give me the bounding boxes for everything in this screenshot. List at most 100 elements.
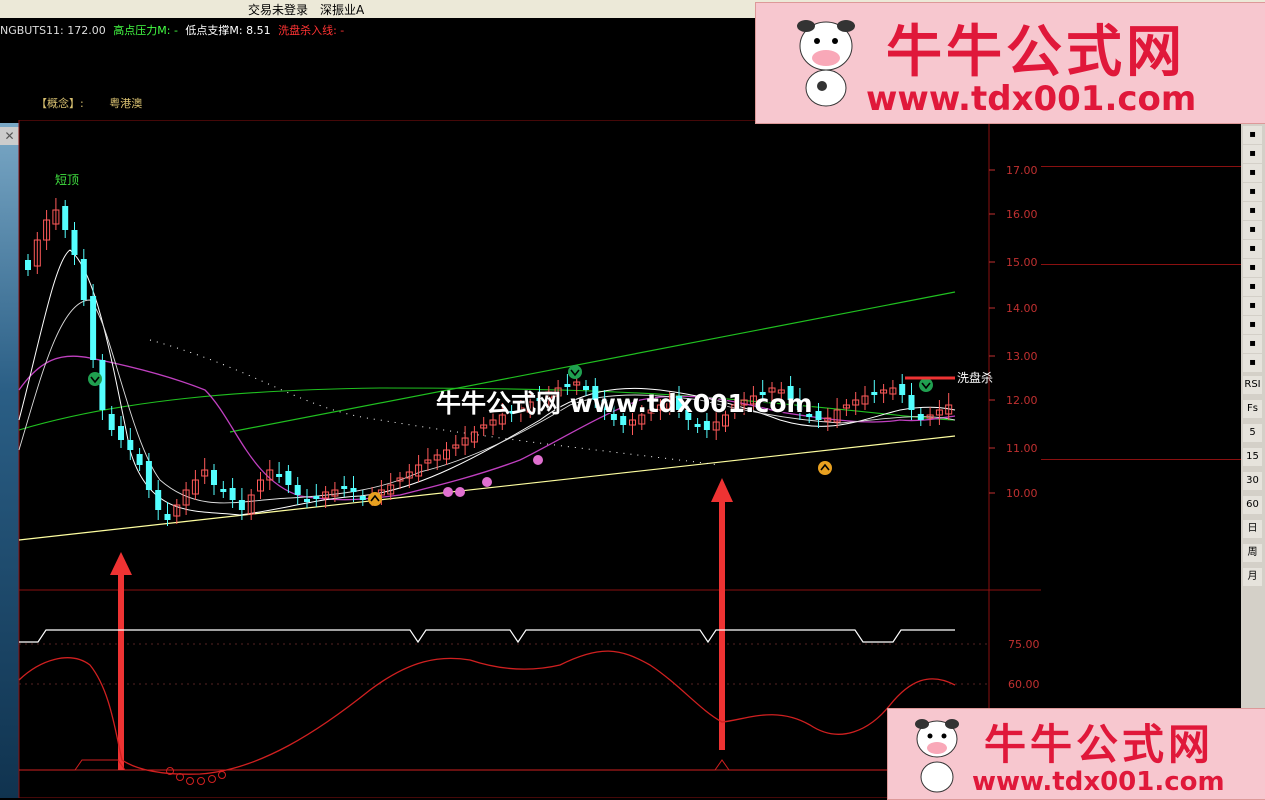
bid-row	[1041, 206, 1241, 225]
wave-icon[interactable]: ▪	[1243, 354, 1262, 372]
candle-body	[703, 421, 710, 430]
flow-row	[1041, 420, 1241, 439]
bid-row	[1041, 244, 1241, 263]
legend-prefix: NGBUTS11: 172.00	[0, 24, 106, 37]
toolbar-button[interactable]: 30	[1243, 472, 1262, 490]
price-axis: 17.00 16.00 15.00 14.00 13.00 12.00 11.00 10.00…	[989, 164, 1040, 691]
candle-body	[229, 488, 236, 500]
candle-body	[25, 260, 31, 270]
brand-title: 牛牛公式网	[886, 19, 1186, 85]
toolbar-button[interactable]: 日	[1243, 520, 1262, 538]
candle-body	[211, 470, 217, 485]
arrow-shaft	[118, 572, 124, 770]
concept-label: 【概念】:	[36, 97, 84, 110]
bid-row	[1041, 187, 1241, 206]
toolbar-button[interactable]: 5	[1243, 424, 1262, 442]
osc-tick-label: 60.00	[1008, 678, 1040, 691]
candle-body	[155, 490, 162, 510]
grid-icon[interactable]: ▪	[1243, 183, 1262, 201]
candle-icon[interactable]: ▪	[1243, 164, 1262, 182]
f10-icon[interactable]: ▪	[1243, 221, 1262, 239]
candle-body	[238, 500, 245, 510]
indicator-legend: NGBUTS11: 172.00 高点压力M: - 低点支撑M: 8.51 洗盘…	[0, 22, 344, 38]
candle-body	[71, 230, 78, 255]
tick-row	[1041, 497, 1241, 515]
toolbar-button[interactable]: 月	[1243, 568, 1262, 586]
price-tick-label: 17.00	[1006, 164, 1038, 177]
tick-row	[1041, 569, 1241, 587]
ask-row	[1041, 145, 1241, 164]
price-tick-label: 14.00	[1006, 302, 1038, 315]
support-trendline	[18, 435, 956, 541]
candle-body	[136, 454, 143, 465]
toolbar-button[interactable]: RSI	[1243, 376, 1262, 394]
stat-row	[1041, 342, 1241, 361]
tick-row	[1041, 461, 1241, 479]
flow-icon[interactable]: ▪	[1243, 278, 1262, 296]
candle-body	[285, 471, 292, 485]
down-signal-icon	[88, 372, 102, 386]
legend-low: 低点支撑M: 8.51	[185, 24, 271, 37]
kline-chart[interactable]: 17.00 16.00 15.00 14.00 13.00 12.00 11.00 10.00…	[0, 120, 1041, 798]
osc-red-step	[19, 759, 955, 771]
fiz-icon[interactable]: ▪	[1243, 297, 1262, 315]
stat-row	[1041, 304, 1241, 323]
brand-title-small: 牛牛公式网	[984, 720, 1215, 769]
up-signal-icon	[368, 492, 382, 506]
candle-body	[304, 499, 310, 502]
candle-body	[815, 411, 822, 420]
candle-body	[294, 485, 301, 495]
candlesticks	[25, 198, 953, 526]
buy-flower-icon	[443, 487, 453, 497]
candle-body	[145, 461, 152, 490]
concept-value[interactable]: 粤港澳	[109, 97, 142, 110]
toolbar-button[interactable]: 周	[1243, 544, 1262, 562]
candle-body	[908, 395, 915, 410]
stock-name: 深振业A	[320, 3, 365, 17]
price-tick-label: 12.00	[1006, 394, 1038, 407]
price-tick-label: 15.00	[1006, 256, 1038, 269]
candle-body	[164, 514, 171, 520]
login-status[interactable]: 交易未登录	[248, 1, 308, 18]
toolbar-button[interactable]: 15	[1243, 448, 1262, 466]
toolbar-button[interactable]: 60	[1243, 496, 1262, 514]
candle-body	[62, 206, 69, 230]
candle-body	[127, 440, 134, 450]
tick-row	[1041, 641, 1241, 659]
osc-white-line	[19, 629, 955, 644]
brand-url-small[interactable]: www.tdx001.com	[972, 767, 1225, 797]
osc-red-curve	[18, 650, 956, 775]
stat-row	[1041, 323, 1241, 342]
right-toolbar: ▪ ▪ ▪ ▪ ▪ ▪ ▪ ▪ ▪ ▪ ▪ ▪ ▪ RSI Fs 5 15 30 60 日周月	[1241, 120, 1265, 798]
osc-tick-label: 75.00	[1008, 638, 1040, 651]
candle-body	[899, 384, 906, 395]
toolbar-button[interactable]: Fs	[1243, 400, 1262, 418]
candle-body	[276, 474, 283, 477]
calendar-icon[interactable]: ▪	[1243, 240, 1262, 258]
fx-icon[interactable]: ▪	[1243, 316, 1262, 334]
candle-body	[99, 360, 106, 410]
candle-body	[313, 496, 320, 499]
flow-row	[1041, 439, 1241, 458]
tick-row	[1041, 479, 1241, 497]
cow-mascot-icon	[797, 20, 855, 107]
brand-banner-bottom: 牛牛公式网 www.tdx001.com	[887, 708, 1265, 800]
watermark-overlay-text: 牛牛公式网 www.tdx001.com	[436, 389, 813, 418]
quote-panel	[1041, 120, 1241, 798]
price-tick-label: 10.00	[1006, 487, 1038, 500]
clock-icon[interactable]: ▪	[1243, 335, 1262, 353]
tick-row	[1041, 659, 1241, 677]
window-icon[interactable]: ▪	[1243, 202, 1262, 220]
price-tick-label: 13.00	[1006, 350, 1038, 363]
candle-body	[871, 392, 878, 395]
brand-banner-top: 牛牛公式网 www.tdx001.com	[755, 2, 1265, 124]
candle-body	[90, 296, 97, 360]
brand-url[interactable]: www.tdx001.com	[866, 79, 1196, 119]
table-icon[interactable]: ▪	[1243, 259, 1262, 277]
chart-bar-icon[interactable]: ▪	[1243, 145, 1262, 163]
buy-flower-icon	[533, 455, 543, 465]
candle-body	[341, 486, 348, 489]
chart-line-icon[interactable]: ▪	[1243, 126, 1262, 144]
divider	[1041, 166, 1241, 167]
tick-row	[1041, 515, 1241, 533]
